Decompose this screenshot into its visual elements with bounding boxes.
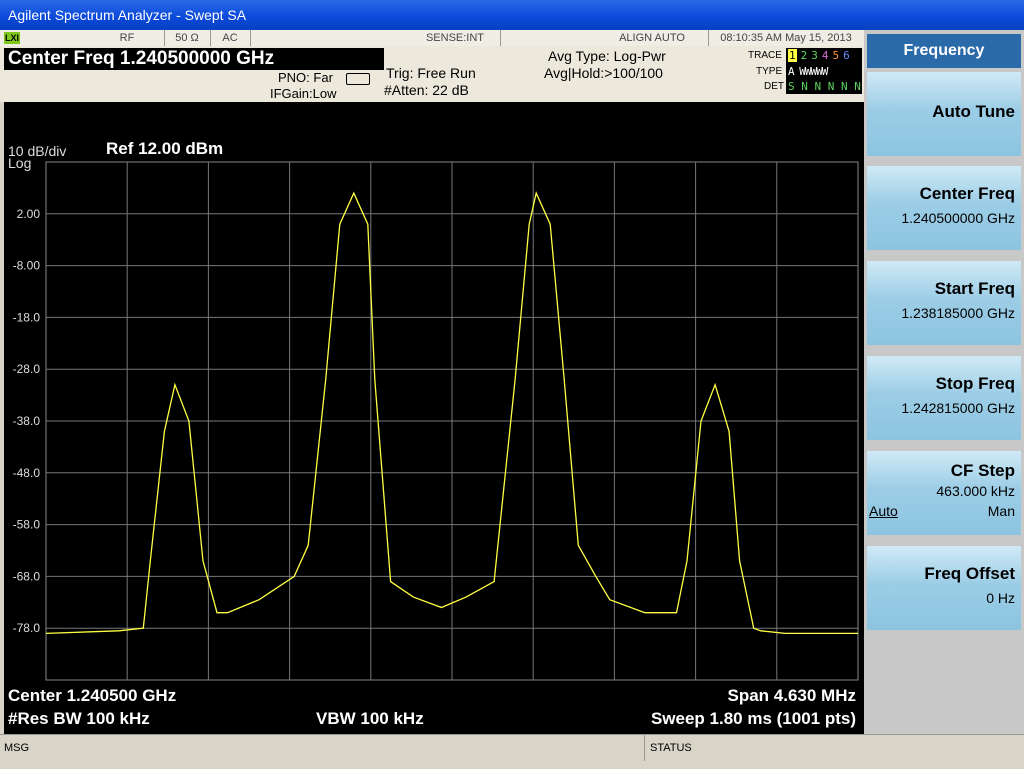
y-tick-label: -68.0 — [13, 569, 41, 583]
avg-hold: Avg|Hold:>100/100 — [544, 65, 663, 81]
freq-offset-button[interactable]: Freq Offset 0 Hz — [867, 546, 1021, 630]
sweep-label: Sweep 1.80 ms (1001 pts) — [651, 709, 856, 728]
center-freq-readout[interactable]: Center Freq 1.240500000 GHz — [4, 48, 384, 70]
softkey-panel: Frequency Auto Tune Center Freq 1.240500… — [864, 30, 1024, 734]
cf-step-label: CF Step — [950, 461, 1015, 480]
start-freq-value: 1.238185000 GHz — [901, 305, 1015, 321]
trace-type-row: A WWWWW — [788, 65, 828, 78]
y-tick-label: -28.0 — [13, 362, 41, 376]
span-label: Span 4.630 MHz — [728, 686, 857, 705]
avg-type: Avg Type: Log-Pwr — [548, 48, 666, 64]
freq-offset-label: Freq Offset — [924, 564, 1015, 583]
align-indicator: ALIGN AUTO — [596, 30, 709, 46]
y-tick-label: -8.00 — [13, 259, 41, 273]
y-tick-label: 2.00 — [17, 207, 41, 221]
freq-offset-value: 0 Hz — [986, 590, 1015, 606]
scale-type-label: Log — [8, 155, 31, 171]
atten-setting: #Atten: 22 dB — [384, 82, 469, 98]
trigger-icon — [346, 73, 370, 85]
pno-setting: PNO: Far — [278, 70, 333, 85]
vbw-label: VBW 100 kHz — [316, 709, 424, 728]
title-bar: Agilent Spectrum Analyzer - Swept SA — [0, 0, 1024, 30]
trace-number-3: 3 — [811, 49, 818, 62]
ref-level: Ref 12.00 dBm — [106, 139, 223, 158]
stop-freq-label: Stop Freq — [935, 374, 1015, 393]
trace-det-row: S N N N N N — [788, 80, 861, 93]
impedance-indicator: 50 Ω — [164, 30, 211, 46]
trigger-setting: Trig: Free Run — [386, 65, 476, 81]
lxi-icon: LXI — [4, 32, 20, 44]
spectrum-plot: 10 dB/div Log Ref 12.00 dBm 2.00-8.00-18… — [8, 139, 859, 728]
type-label: TYPE — [756, 66, 783, 77]
y-tick-label: -58.0 — [13, 518, 41, 532]
softkey-menu-title: Frequency — [867, 34, 1021, 68]
datetime: 08:10:35 AM May 15, 2013 — [720, 32, 852, 44]
sense-indicator: SENSE:INT — [410, 30, 501, 46]
y-tick-label: -38.0 — [13, 414, 41, 428]
ifgain-setting: IFGain:Low — [270, 86, 337, 101]
settings-panel: Center Freq 1.240500000 GHz PNO: Far IFG… — [0, 46, 864, 102]
trace-number-1: 1 — [788, 49, 797, 62]
auto-tune-label: Auto Tune — [932, 102, 1015, 121]
y-tick-label: -48.0 — [13, 466, 41, 480]
msg-area: MSG — [4, 735, 645, 761]
window-title: Agilent Spectrum Analyzer - Swept SA — [8, 7, 247, 23]
stop-freq-button[interactable]: Stop Freq 1.242815000 GHz — [867, 356, 1021, 440]
trace-label: TRACE — [748, 50, 782, 61]
cf-step-value: 463.000 kHz — [936, 483, 1015, 499]
auto-tune-button[interactable]: Auto Tune — [867, 72, 1021, 156]
center-freq-button[interactable]: Center Freq 1.240500000 GHz — [867, 166, 1021, 250]
center-freq-softkey-label: Center Freq — [919, 184, 1015, 203]
y-tick-label: -18.0 — [13, 310, 41, 324]
trace-number-2: 2 — [800, 49, 808, 62]
center-freq-label: Center 1.240500 GHz — [8, 686, 176, 705]
stop-freq-value: 1.242815000 GHz — [901, 400, 1015, 416]
status-row: LXI RF 50 Ω AC SENSE:INT ALIGN AUTO 08:1… — [0, 30, 864, 46]
y-tick-label: -78.0 — [13, 621, 41, 635]
det-label: DET — [764, 81, 784, 92]
trace-grid: 123456 A WWWWW S N N N N N — [786, 48, 862, 94]
cf-step-auto-option[interactable]: Auto — [869, 503, 898, 519]
res-bw-label: #Res BW 100 kHz — [8, 709, 150, 728]
cf-step-man-option[interactable]: Man — [988, 503, 1015, 519]
trace-number-5: 5 — [832, 49, 840, 62]
cf-step-button[interactable]: CF Step 463.000 kHz Auto Man — [867, 451, 1021, 535]
center-freq-softkey-value: 1.240500000 GHz — [901, 210, 1015, 226]
status-area: STATUS — [650, 742, 692, 754]
start-freq-label: Start Freq — [934, 279, 1015, 298]
start-freq-button[interactable]: Start Freq 1.238185000 GHz — [867, 261, 1021, 345]
trace-number-4: 4 — [821, 49, 829, 62]
coupling-indicator: AC — [210, 30, 251, 46]
trace-number-6: 6 — [843, 49, 850, 62]
spectrum-display[interactable]: 10 dB/div Log Ref 12.00 dBm 2.00 -8.00 -18… — [4, 102, 864, 734]
message-bar: MSG STATUS — [0, 734, 1024, 769]
rf-indicator: RF — [90, 30, 165, 46]
